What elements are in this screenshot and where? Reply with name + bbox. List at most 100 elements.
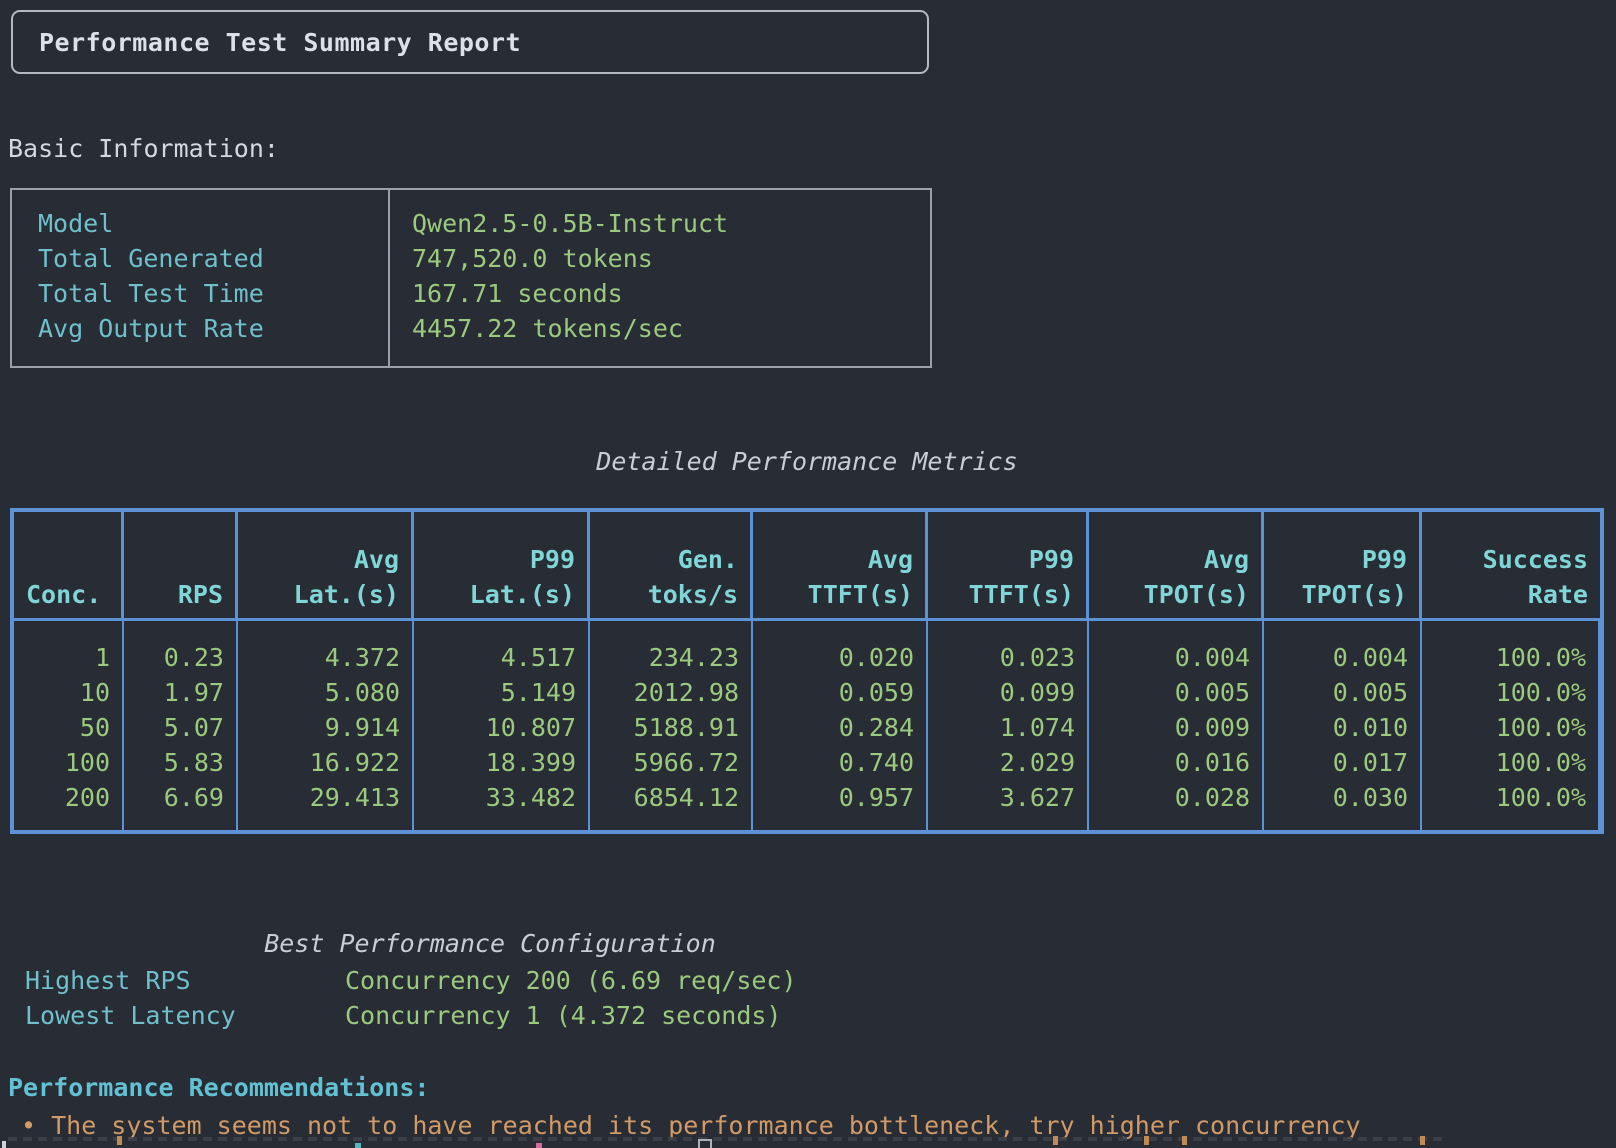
metrics-value: 0.030 — [1276, 780, 1408, 815]
best-config-value: Concurrency 1 (4.372 seconds) — [345, 998, 782, 1033]
best-config-row: Highest RPS Concurrency 200 (6.69 req/se… — [0, 963, 980, 998]
basic-info-label: Avg Output Rate — [38, 311, 388, 346]
metrics-header-line: Conc. — [26, 577, 109, 612]
metrics-header-line: P99 — [1276, 542, 1407, 577]
metrics-value: 100.0% — [1434, 780, 1586, 815]
metrics-value: 2.029 — [940, 745, 1075, 780]
metrics-column-gen-toks: 234.232012.985188.915966.726854.12 — [590, 621, 753, 830]
metrics-value: 5.83 — [136, 745, 224, 780]
metrics-value: 5.149 — [426, 675, 576, 710]
metrics-value: 10 — [26, 675, 110, 710]
clipped-text-fragment — [1182, 1136, 1187, 1145]
terminal-screen[interactable]: Performance Test Summary Report Basic In… — [0, 0, 1616, 1148]
basic-info-heading: Basic Information: — [8, 131, 279, 166]
metrics-value: 0.099 — [940, 675, 1075, 710]
metrics-header-line: P99 — [940, 542, 1074, 577]
metrics-header-success-rate: SuccessRate — [1422, 512, 1600, 621]
metrics-value: 4.372 — [250, 640, 400, 675]
metrics-header-line: Avg — [250, 542, 399, 577]
metrics-header-line: Success — [1434, 542, 1588, 577]
metrics-value: 0.004 — [1101, 640, 1250, 675]
metrics-header-gen-toks: Gen.toks/s — [590, 512, 753, 621]
metrics-value: 5.07 — [136, 710, 224, 745]
metrics-value: 100.0% — [1434, 745, 1586, 780]
metrics-header-conc: Conc. — [14, 512, 124, 621]
clipped-bottom-line — [0, 1136, 1616, 1148]
basic-info-label: Total Test Time — [38, 276, 388, 311]
metrics-header-p99-tpot: P99TPOT(s) — [1264, 512, 1422, 621]
clipped-text-fragment — [2, 1141, 6, 1148]
metrics-value: 5.080 — [250, 675, 400, 710]
metrics-header-p99-ttft: P99TTFT(s) — [928, 512, 1089, 621]
metrics-header-line: TPOT(s) — [1101, 577, 1249, 612]
metrics-value: 0.005 — [1101, 675, 1250, 710]
metrics-column-success-rate: 100.0%100.0%100.0%100.0%100.0% — [1422, 621, 1600, 830]
report-title: Performance Test Summary Report — [39, 25, 521, 60]
metrics-value: 100.0% — [1434, 640, 1586, 675]
metrics-header-line: TTFT(s) — [765, 577, 913, 612]
metrics-value: 3.627 — [940, 780, 1075, 815]
metrics-column-conc: 11050100200 — [14, 621, 124, 830]
metrics-value: 0.284 — [765, 710, 914, 745]
metrics-column-avg-ttft: 0.0200.0590.2840.7400.957 — [753, 621, 928, 830]
best-config-row: Lowest Latency Concurrency 1 (4.372 seco… — [0, 998, 980, 1033]
basic-info-table: ModelTotal GeneratedTotal Test TimeAvg O… — [10, 188, 932, 368]
metrics-value: 10.807 — [426, 710, 576, 745]
clipped-text-fragment — [1420, 1136, 1425, 1145]
best-config-title: Best Performance Configuration — [0, 926, 980, 961]
metrics-column-avg-lat: 4.3725.0809.91416.92229.413 — [238, 621, 414, 830]
metrics-header-line: P99 — [426, 542, 575, 577]
metrics-value: 29.413 — [250, 780, 400, 815]
metrics-header-line: Gen. — [602, 542, 738, 577]
clipped-text-fragment — [1053, 1136, 1058, 1145]
clipped-text-fragment — [355, 1143, 361, 1148]
basic-info-label: Model — [38, 206, 388, 241]
metrics-value: 6854.12 — [602, 780, 739, 815]
metrics-header-avg-lat: AvgLat.(s) — [238, 512, 414, 621]
metrics-value: 1.97 — [136, 675, 224, 710]
basic-info-label: Total Generated — [38, 241, 388, 276]
metrics-value: 0.016 — [1101, 745, 1250, 780]
metrics-value: 100 — [26, 745, 110, 780]
metrics-value: 4.517 — [426, 640, 576, 675]
metrics-value: 200 — [26, 780, 110, 815]
metrics-value: 234.23 — [602, 640, 739, 675]
metrics-header-rps: RPS — [124, 512, 238, 621]
metrics-header-line: toks/s — [602, 577, 738, 612]
metrics-value: 100.0% — [1434, 710, 1586, 745]
metrics-value: 0.020 — [765, 640, 914, 675]
clipped-text-fragment — [117, 1136, 122, 1145]
metrics-header-avg-ttft: AvgTTFT(s) — [753, 512, 928, 621]
basic-info-labels-column: ModelTotal GeneratedTotal Test TimeAvg O… — [12, 190, 390, 366]
metrics-header-line: Avg — [765, 542, 913, 577]
metrics-header-p99-lat: P99Lat.(s) — [414, 512, 590, 621]
metrics-header-line: TPOT(s) — [1276, 577, 1407, 612]
metrics-value: 0.957 — [765, 780, 914, 815]
metrics-header-line: RPS — [136, 577, 223, 612]
metrics-column-rps: 0.231.975.075.836.69 — [124, 621, 238, 830]
metrics-value: 2012.98 — [602, 675, 739, 710]
metrics-value: 9.914 — [250, 710, 400, 745]
recommendations-heading: Performance Recommendations: — [8, 1070, 429, 1105]
clipped-text-fragment — [1144, 1136, 1149, 1145]
metrics-value: 1 — [26, 640, 110, 675]
metrics-value: 0.010 — [1276, 710, 1408, 745]
metrics-column-p99-ttft: 0.0230.0991.0742.0293.627 — [928, 621, 1089, 830]
metrics-column-p99-lat: 4.5175.14910.80718.39933.482 — [414, 621, 590, 830]
metrics-value: 5966.72 — [602, 745, 739, 780]
metrics-value: 18.399 — [426, 745, 576, 780]
metrics-value: 0.009 — [1101, 710, 1250, 745]
metrics-value: 1.074 — [940, 710, 1075, 745]
basic-info-value: Qwen2.5-0.5B-Instruct — [412, 206, 930, 241]
metrics-header-line: Rate — [1434, 577, 1588, 612]
metrics-header-line: Lat.(s) — [426, 577, 575, 612]
metrics-value: 16.922 — [250, 745, 400, 780]
best-config-label: Lowest Latency — [25, 998, 236, 1033]
metrics-value: 6.69 — [136, 780, 224, 815]
metrics-header-avg-tpot: AvgTPOT(s) — [1089, 512, 1264, 621]
metrics-value: 100.0% — [1434, 675, 1586, 710]
clipped-text-tops — [8, 1137, 1448, 1141]
metrics-column-avg-tpot: 0.0040.0050.0090.0160.028 — [1089, 621, 1264, 830]
metrics-table-title: Detailed Performance Metrics — [10, 444, 1604, 479]
basic-info-values-column: Qwen2.5-0.5B-Instruct747,520.0 tokens167… — [390, 190, 930, 366]
